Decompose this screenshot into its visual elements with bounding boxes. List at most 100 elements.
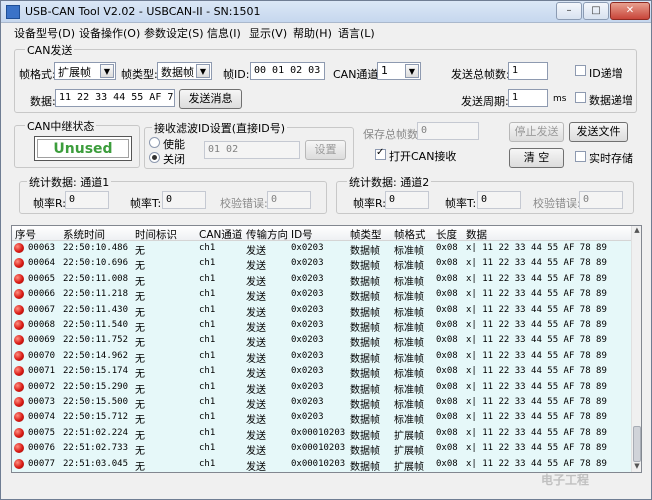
scroll-thumb[interactable] <box>633 426 641 462</box>
table-cell: 扩展帧 <box>394 461 424 473</box>
table-cell: 0x08 <box>436 320 458 330</box>
table-cell: 标准帧 <box>394 292 424 304</box>
table-cell: 无 <box>135 446 145 458</box>
table-cell: 无 <box>135 461 145 473</box>
total-frames-input[interactable]: 1 <box>508 62 548 80</box>
table-cell: 00076 <box>28 443 56 454</box>
data-label: 数据: <box>30 95 56 108</box>
menu-help[interactable]: 帮助(H) <box>293 25 332 41</box>
table-cell: 22:51:02.733 <box>63 443 129 454</box>
table-row[interactable]: 00070 22:50:14.962 无 ch1 发送 0x0203 数据帧 标准帧 0x08 x… <box>12 348 633 365</box>
send-period-unit: ms <box>553 94 567 104</box>
table-row[interactable]: 00073 22:50:15.500 无 ch1 发送 0x0203 数据帧 标准帧 0x08 x… <box>12 395 633 411</box>
table-row[interactable]: 00075 22:51:02.224 无 ch1 发送 0x00010203 数据帧 扩展帧 0… <box>12 425 633 442</box>
table-row[interactable]: 00077 22:51:03.045 无 ch1 发送 0x00010203 数据帧 扩展帧 0… <box>12 456 633 473</box>
filter-enable-radio[interactable] <box>149 137 160 148</box>
table-cell: 无 <box>135 276 145 288</box>
realtime-save-label: 实时存储 <box>589 152 633 165</box>
saved-total-input: 0 <box>417 122 479 140</box>
col-timestamp[interactable]: 时间标识 <box>135 227 177 242</box>
send-file-button[interactable]: 发送文件 <box>569 122 628 142</box>
data-input[interactable]: 11 22 33 44 55 AF 78 89 <box>55 89 175 107</box>
stats-ch2-rx-value: 0 <box>385 191 429 209</box>
menu-view[interactable]: 显示(V) <box>249 25 287 41</box>
maximize-button[interactable]: □ <box>583 2 609 20</box>
table-row[interactable]: 00072 22:50:15.290 无 ch1 发送 0x0203 数据帧 标准帧 0x08 x… <box>12 379 633 396</box>
status-dot-icon <box>14 381 24 392</box>
data-increment-checkbox[interactable] <box>575 92 586 103</box>
scroll-up-icon[interactable]: ▲ <box>632 226 641 236</box>
table-cell: 00074 <box>28 412 56 423</box>
can-channel-select[interactable]: 1 ▼ <box>377 62 421 80</box>
table-cell: 0x0203 <box>291 366 324 377</box>
table-row[interactable]: 00065 22:50:11.008 无 ch1 发送 0x0203 数据帧 标准帧 0x08 x… <box>12 271 633 288</box>
table-row[interactable]: 00064 22:50:10.696 无 ch1 发送 0x0203 数据帧 标准帧 0x08 x… <box>12 256 633 272</box>
table-cell: 扩展帧 <box>394 430 424 442</box>
table-cell: 无 <box>135 415 145 427</box>
stop-send-button[interactable]: 停止发送 <box>509 122 564 142</box>
filter-set-button[interactable]: 设置 <box>305 140 346 160</box>
id-increment-checkbox[interactable] <box>575 65 586 76</box>
send-message-button[interactable]: 发送消息 <box>179 89 242 109</box>
stats-ch1-err-value: 0 <box>267 191 311 209</box>
table-row[interactable]: 00063 22:50:10.486 无 ch1 发送 0x0203 数据帧 标准帧 0x08 x… <box>12 241 633 257</box>
table-cell: 标准帧 <box>394 369 424 381</box>
table-row[interactable]: 00074 22:50:15.712 无 ch1 发送 0x0203 数据帧 标准帧 0x08 x… <box>12 410 633 427</box>
table-row[interactable]: 00067 22:50:11.430 无 ch1 发送 0x0203 数据帧 标准帧 0x08 x… <box>12 302 633 319</box>
minimize-button[interactable]: – <box>556 2 582 20</box>
menu-params[interactable]: 参数设定(S) <box>144 25 204 41</box>
table-scrollbar[interactable]: ▲ ▼ <box>631 226 641 472</box>
table-cell: 22:50:10.486 <box>63 243 129 253</box>
send-period-input[interactable]: 1 <box>508 89 548 107</box>
table-cell: 00071 <box>28 366 56 377</box>
filter-ids-input[interactable]: 01 02 <box>204 141 300 159</box>
col-frame-format[interactable]: 帧格式 <box>394 227 426 242</box>
frame-type-select[interactable]: 数据帧 ▼ <box>157 62 212 80</box>
col-length[interactable]: 长度 <box>436 227 457 242</box>
total-frames-label: 发送总帧数: <box>451 68 510 81</box>
col-can-channel[interactable]: CAN通道 <box>199 227 242 242</box>
table-row[interactable]: 00066 22:50:11.218 无 ch1 发送 0x0203 数据帧 标准帧 0x08 x… <box>12 287 633 304</box>
col-seq[interactable]: 序号 <box>15 227 36 242</box>
close-button[interactable]: ✕ <box>610 2 650 20</box>
col-data[interactable]: 数据 <box>466 227 487 242</box>
stats-ch2-err-value: 0 <box>579 191 623 209</box>
table-row[interactable]: 00069 22:50:11.752 无 ch1 发送 0x0203 数据帧 标准帧 0x08 x… <box>12 333 633 349</box>
col-system-time[interactable]: 系统时间 <box>63 227 105 242</box>
menu-device-ops[interactable]: 设备操作(O) <box>79 25 140 41</box>
table-cell: 0x08 <box>436 243 458 253</box>
status-dot-icon <box>14 412 24 423</box>
table-cell: 数据帧 <box>350 415 380 427</box>
table-cell: 数据帧 <box>350 246 380 257</box>
menu-language[interactable]: 语言(L) <box>338 25 375 41</box>
table-cell: 0x08 <box>436 350 458 361</box>
table-cell: 22:50:15.290 <box>63 381 129 392</box>
col-direction[interactable]: 传输方向 <box>246 227 288 242</box>
frame-format-value: 扩展帧 <box>58 66 91 79</box>
table-row[interactable]: 00076 22:51:02.733 无 ch1 发送 0x00010203 数据帧 扩展帧 0… <box>12 441 633 458</box>
frame-format-select[interactable]: 扩展帧 ▼ <box>54 62 116 80</box>
table-row[interactable]: 00068 22:50:11.540 无 ch1 发送 0x0203 数据帧 标准帧 0x08 x… <box>12 318 633 334</box>
open-can-rx-checkbox[interactable] <box>375 147 386 160</box>
filter-disable-radio[interactable] <box>149 152 160 163</box>
table-cell: 数据帧 <box>350 400 380 411</box>
table-cell: 22:50:11.008 <box>63 273 129 284</box>
table-row[interactable]: 00071 22:50:15.174 无 ch1 发送 0x0203 数据帧 标准帧 0x08 x… <box>12 364 633 381</box>
menu-info[interactable]: 信息(I) <box>207 25 241 41</box>
col-frame-type[interactable]: 帧类型 <box>350 227 382 242</box>
realtime-save-checkbox[interactable] <box>575 151 586 162</box>
table-cell: 无 <box>135 292 145 304</box>
message-table[interactable]: 序号 系统时间 时间标识 CAN通道 传输方向 ID号 帧类型 帧格式 长度 数… <box>11 225 642 473</box>
table-cell: 发送 <box>246 292 266 304</box>
col-id[interactable]: ID号 <box>291 227 313 242</box>
table-cell: 数据帧 <box>350 461 380 473</box>
stats-ch1-title: 统计数据: 通道1 <box>27 174 112 190</box>
table-header: 序号 系统时间 时间标识 CAN通道 传输方向 ID号 帧类型 帧格式 长度 数… <box>12 226 633 241</box>
menu-device-model[interactable]: 设备型号(D) <box>14 25 75 41</box>
clear-button[interactable]: 清 空 <box>509 148 564 168</box>
status-dot-icon <box>14 289 24 300</box>
frame-id-input[interactable]: 00 01 02 03 <box>250 62 325 80</box>
table-cell: ch1 <box>199 320 216 330</box>
table-cell: 发送 <box>246 307 266 319</box>
frame-type-label: 帧类型: <box>121 68 158 81</box>
